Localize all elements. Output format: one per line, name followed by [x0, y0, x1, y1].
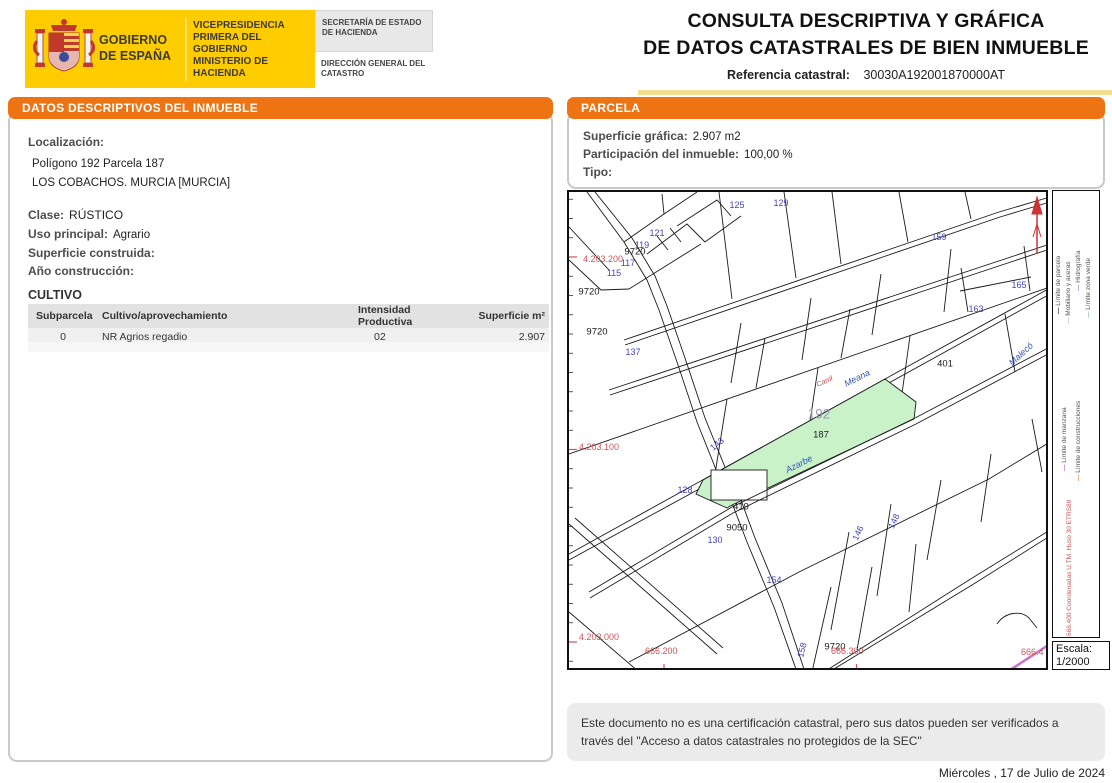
col-intensidad: Intensidad Productiva [354, 304, 469, 328]
map-label: 401 [937, 358, 953, 370]
map-label: 154 [766, 575, 782, 585]
participacion-value: 100,00 % [744, 149, 793, 161]
escala-value: 1/2000 [1056, 656, 1090, 669]
anio-construccion-label: Año construcción: [28, 264, 135, 278]
clase-value: RÚSTICO [69, 208, 124, 222]
map-label: 125 [729, 200, 745, 210]
scale-box: Escala: 1/2000 [1052, 641, 1110, 670]
spain-coat-of-arms-icon [33, 19, 95, 72]
government-logo-band: GOBIERNO DE ESPAÑA VICEPRESIDENCIA PRIME… [25, 10, 315, 88]
legend-entry: — Límite de parcela [1055, 255, 1062, 315]
cultivo-header-row: Subparcela Cultivo/aprovechamiento Inten… [28, 304, 549, 328]
legend-swatch: — [1055, 305, 1062, 315]
right-panel-header: PARCELA [567, 97, 1105, 119]
disclaimer-box: Este documento no es una certificación c… [567, 703, 1105, 761]
superficie-grafica-label: Superficie gráfica: [583, 129, 688, 143]
legend-entry: — Límite zona verde [1085, 258, 1092, 319]
map-label: 130 [707, 535, 723, 545]
map-label: 4.203.100 [579, 442, 620, 452]
vicepresidencia-label: VICEPRESIDENCIA PRIMERA DEL GOBIERNO [193, 20, 285, 55]
uso-label: Uso principal: [28, 227, 109, 241]
map-label: 115 [606, 268, 622, 278]
logo-divider [185, 17, 187, 81]
legend-entry: — Límite de manzana [1061, 407, 1068, 472]
participacion-row: Participación del inmueble: 100,00 % [583, 147, 793, 161]
legend-entry: — Hidrografía [1075, 250, 1082, 292]
map-label: 9720 [586, 326, 608, 338]
map-label: 9720 [624, 246, 646, 258]
map-label: 192 [807, 406, 831, 422]
localizacion-label: Localización: [28, 135, 105, 149]
map-label: 666.300 [831, 646, 864, 656]
col-superficie: Superficie m² [469, 304, 549, 328]
map-label: 666.4 [1021, 647, 1044, 657]
map-label: 129 [773, 198, 789, 208]
uso-value: Agrario [113, 229, 151, 241]
legend-swatch: — [1085, 309, 1092, 319]
utm-coordinates-note: 666.400 Coordenadas U.TM. Huso 30 ETRS89 [1066, 499, 1073, 636]
map-label: 121 [649, 228, 665, 238]
escala-label: Escala: [1056, 643, 1093, 655]
localizacion-line1: Polígono 192 Parcela 187 [32, 158, 165, 170]
table-stripe [28, 342, 549, 352]
map-label: 163 [968, 304, 984, 314]
tipo-label: Tipo: [583, 165, 613, 179]
legend-swatch: — [1065, 315, 1072, 325]
map-label: 9720 [578, 286, 600, 298]
cultivo-title: CULTIVO [28, 288, 82, 302]
parcel-lines [569, 192, 1046, 668]
document-date: Miércoles , 17 de Julio de 2024 [938, 766, 1105, 780]
tipo-row: Tipo: [583, 165, 617, 179]
document-title-line2: DE DATOS CATASTRALES DE BIEN INMUEBLE [643, 37, 1089, 59]
referencia-label: Referencia catastral: [726, 68, 850, 82]
map-label: 4.203.000 [579, 632, 620, 642]
document-title-line1: CONSULTA DESCRIPTIVA Y GRÁFICA [687, 10, 1045, 32]
map-label: 187 [813, 429, 829, 441]
ministerio-label: MINISTERIO DE HACIENDA [193, 56, 269, 79]
left-panel-box: Localización: Polígono 192 Parcela 187 L… [8, 112, 553, 762]
legend-swatch: — [1075, 472, 1082, 482]
map-label: 666.200 [645, 646, 678, 656]
tipo-value [612, 165, 617, 179]
superficie-grafica-value: 2.907 m2 [692, 131, 741, 143]
uso-row: Uso principal: Agrario [28, 227, 150, 241]
left-panel-header: DATOS DESCRIPTIVOS DEL INMUEBLE [8, 97, 553, 119]
map-label: 128 [677, 485, 693, 495]
north-arrow-icon [1031, 195, 1043, 254]
participacion-label: Participación del inmueble: [583, 147, 740, 161]
anio-construccion-value [134, 264, 139, 278]
map-label: 9050 [726, 522, 748, 534]
parcela-box: Superficie gráfica: 2.907 m2 Participació… [567, 112, 1105, 189]
map-label: 159 [931, 232, 947, 242]
superficie-construida-value [155, 246, 160, 260]
superficie-grafica-row: Superficie gráfica: 2.907 m2 [583, 129, 741, 143]
legend-entry: — Mobiliario y aceras [1065, 261, 1072, 325]
map-label: 4.203.200 [583, 254, 624, 264]
secretaria-estado-label: SECRETARÍA DE ESTADO DE HACIENDA [315, 10, 433, 52]
map-label: 419 [733, 501, 749, 513]
legend-entry: — Límite de construcciones [1075, 400, 1082, 482]
legend-swatch: — [1075, 282, 1082, 292]
cadastral-map: 125 129 121 119 117 115 159 165 163 137 143 128 130 1… [567, 190, 1048, 670]
col-subparcela: Subparcela [28, 304, 98, 328]
cadastral-document: GOBIERNO DE ESPAÑA VICEPRESIDENCIA PRIME… [0, 0, 1112, 783]
legend-swatch: — [1061, 462, 1068, 472]
referencia-catastral: Referencia catastral: 30030A192001870000… [620, 68, 1112, 82]
clase-label: Clase: [28, 208, 65, 222]
anio-construccion-row: Año construcción: [28, 264, 139, 278]
clase-row: Clase: RÚSTICO [28, 208, 123, 222]
map-label: 165 [1011, 280, 1027, 290]
yellow-divider [638, 90, 1112, 95]
superficie-construida-row: Superficie construida: [28, 246, 160, 260]
direccion-general-label: DIRECCIÓN GENERAL DEL CATASTRO [315, 52, 433, 88]
localizacion-line2: LOS COBACHOS. MURCIA [MURCIA] [32, 177, 231, 189]
referencia-value: 30030A192001870000AT [863, 68, 1006, 82]
map-label: 137 [625, 347, 641, 357]
gobierno-espana-label: GOBIERNO DE ESPAÑA [99, 33, 172, 63]
superficie-construida-label: Superficie construida: [28, 246, 155, 260]
col-cultivo: Cultivo/aprovechamiento [98, 304, 354, 328]
cultivo-table: Subparcela Cultivo/aprovechamiento Inten… [28, 304, 549, 345]
